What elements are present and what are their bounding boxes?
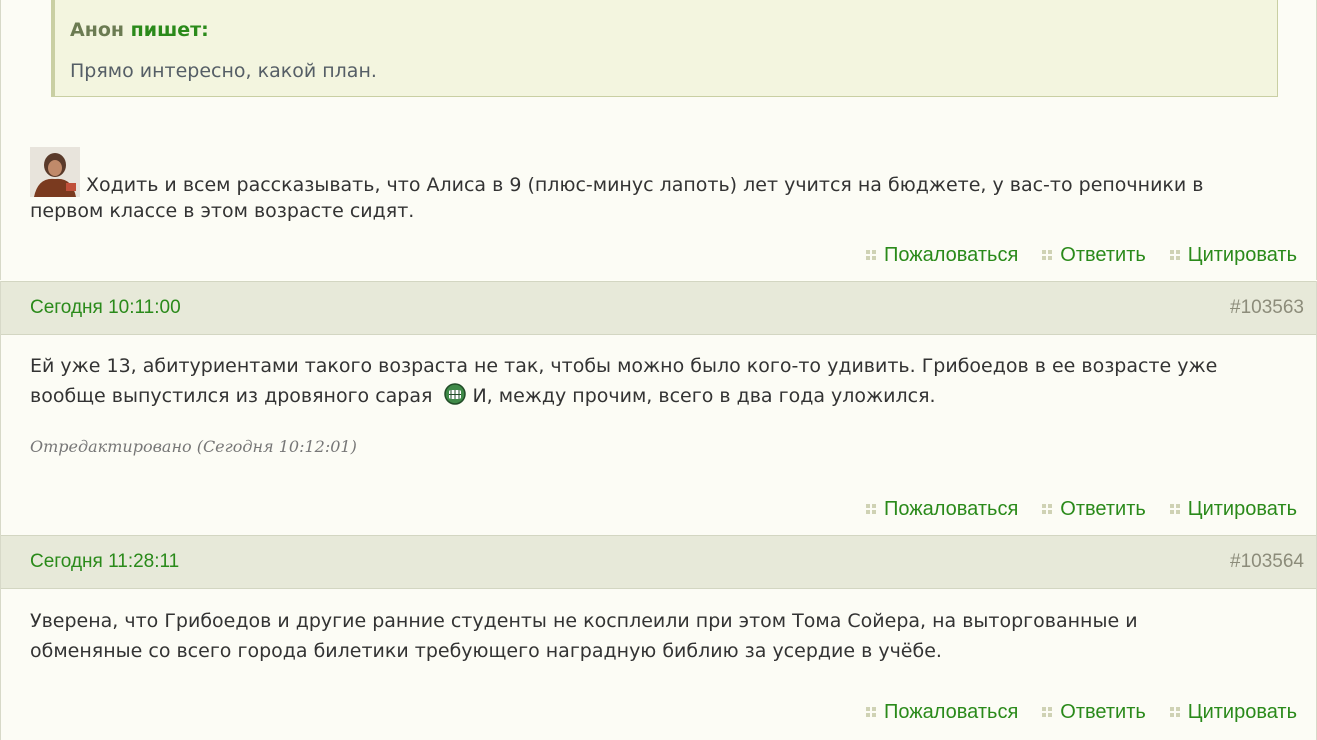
quote-text: Прямо интересно, какой план. <box>70 60 377 82</box>
bullet-icon <box>1169 250 1180 260</box>
reply-link[interactable]: Ответить <box>1042 244 1146 267</box>
post-date-link[interactable]: Сегодня 10:11:00 <box>30 297 181 319</box>
quote-label: Цитировать <box>1187 243 1297 266</box>
post-actions: Пожаловаться Ответить Цитировать <box>865 700 1297 724</box>
bullet-icon <box>1169 504 1180 514</box>
quote-author: Анон пишет: <box>70 19 209 41</box>
bullet-icon <box>1042 504 1053 514</box>
reply-label: Ответить <box>1060 243 1146 266</box>
post-header: Сегодня 11:28:11 #103564 <box>1 535 1316 589</box>
post-text-line: первом классе в этом возрасте сидят. <box>30 200 415 222</box>
post-text-fragment: И, между прочим, всего в два года уложил… <box>472 385 936 407</box>
quote-box: Анон пишет: Прямо интересно, какой план. <box>51 0 1278 97</box>
post-103564: Сегодня 11:28:11 #103564 Уверена, что Гр… <box>0 535 1317 740</box>
report-link[interactable]: Пожаловаться <box>865 243 1019 267</box>
report-label: Пожаловаться <box>883 497 1019 520</box>
bullet-icon <box>1169 707 1180 717</box>
quote-link[interactable]: Цитировать <box>1169 243 1297 267</box>
quote-author-verb: пишет: <box>130 19 209 41</box>
post-date-link[interactable]: Сегодня 11:28:11 <box>30 551 179 573</box>
bullet-icon <box>865 707 876 717</box>
post-actions: Пожаловаться Ответить Цитировать <box>865 243 1297 267</box>
report-link[interactable]: Пожаловаться <box>865 700 1019 724</box>
reply-label: Ответить <box>1060 497 1146 520</box>
post-text-line: обменяные со всего города билетики требу… <box>30 640 942 662</box>
report-link[interactable]: Пожаловаться <box>865 497 1019 521</box>
post-103563: Сегодня 10:11:00 #103563 Ей уже 13, абит… <box>0 281 1317 535</box>
reply-link[interactable]: Ответить <box>1042 498 1146 521</box>
post-text: Ей уже 13, абитуриентами такого возраста… <box>30 351 1290 411</box>
bullet-icon <box>865 504 876 514</box>
quote-link[interactable]: Цитировать <box>1169 700 1297 724</box>
quote-label: Цитировать <box>1187 497 1297 520</box>
bullet-icon <box>1042 707 1053 717</box>
laughing-smiley-icon <box>444 383 467 405</box>
post-text-line: Уверена, что Грибоедов и другие ранние с… <box>30 610 1138 632</box>
post-text-line: Ей уже 13, абитуриентами такого возраста… <box>30 355 1218 377</box>
post-number-link[interactable]: #103564 <box>1230 551 1304 573</box>
post-actions: Пожаловаться Ответить Цитировать <box>865 497 1297 521</box>
bullet-icon <box>865 250 876 260</box>
reply-label: Ответить <box>1060 700 1146 723</box>
bullet-icon <box>1042 250 1053 260</box>
post-text-fragment: вообще выпустился из дровяного сарая <box>30 385 433 407</box>
post-number-link[interactable]: #103563 <box>1230 297 1304 319</box>
avatar-image <box>30 147 80 197</box>
post-text: Ходить и всем рассказывать, что Алиса в … <box>30 147 1290 226</box>
report-label: Пожаловаться <box>883 243 1019 266</box>
edited-note: Отредактировано (Сегодня 10:12:01) <box>30 437 357 456</box>
post-text-line: Ходить и всем рассказывать, что Алиса в … <box>86 174 1204 196</box>
quote-label: Цитировать <box>1187 700 1297 723</box>
post-text-line: вообще выпустился из дровяного сарая И, … <box>30 381 1290 411</box>
post-103562: Анон пишет: Прямо интересно, какой план.… <box>0 0 1317 280</box>
reply-link[interactable]: Ответить <box>1042 701 1146 724</box>
quote-author-name: Анон <box>70 19 125 41</box>
quote-link[interactable]: Цитировать <box>1169 497 1297 521</box>
post-text: Уверена, что Грибоедов и другие ранние с… <box>30 606 1290 666</box>
report-label: Пожаловаться <box>883 700 1019 723</box>
post-header: Сегодня 10:11:00 #103563 <box>1 281 1316 335</box>
